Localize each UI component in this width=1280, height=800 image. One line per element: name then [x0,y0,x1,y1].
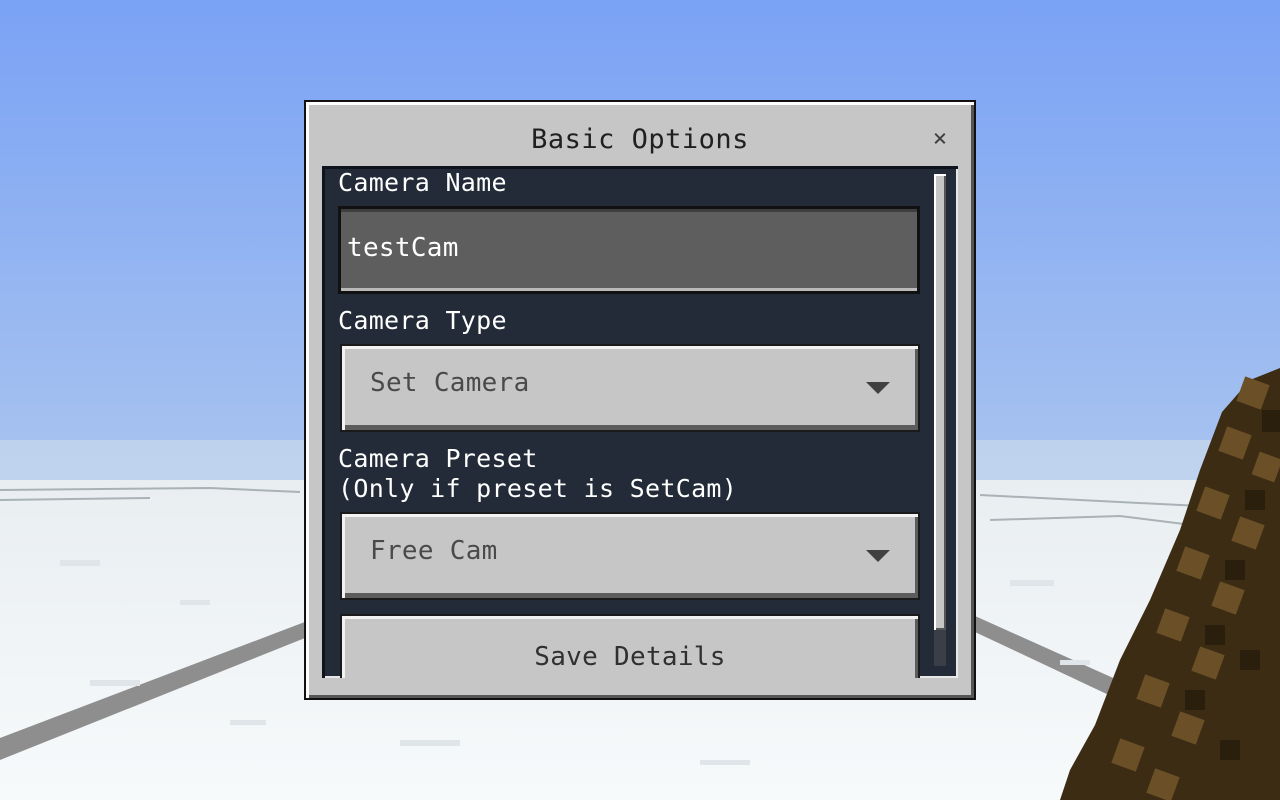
camera-preset-sublabel: (Only if preset is SetCam) [338,474,738,503]
save-details-button[interactable]: Save Details [340,614,920,678]
camera-preset-selected: Free Cam [370,536,498,566]
close-icon[interactable]: × [922,124,958,154]
camera-preset-dropdown[interactable]: Free Cam [340,512,920,600]
chevron-down-icon [866,550,890,562]
camera-preset-label: Camera Preset [338,444,538,473]
camera-type-label: Camera Type [338,306,507,335]
camera-type-dropdown[interactable]: Set Camera [340,344,920,432]
dialog-content-panel: Camera Name testCam Camera Type Set Came… [322,166,958,678]
dialog-title: Basic Options [531,124,749,155]
scrollbar-thumb[interactable] [934,174,946,630]
camera-type-selected: Set Camera [370,368,530,398]
chevron-down-icon [866,382,890,394]
camera-name-input[interactable]: testCam [338,206,920,294]
scrollbar-track[interactable] [934,174,946,666]
camera-name-label: Camera Name [338,168,507,197]
